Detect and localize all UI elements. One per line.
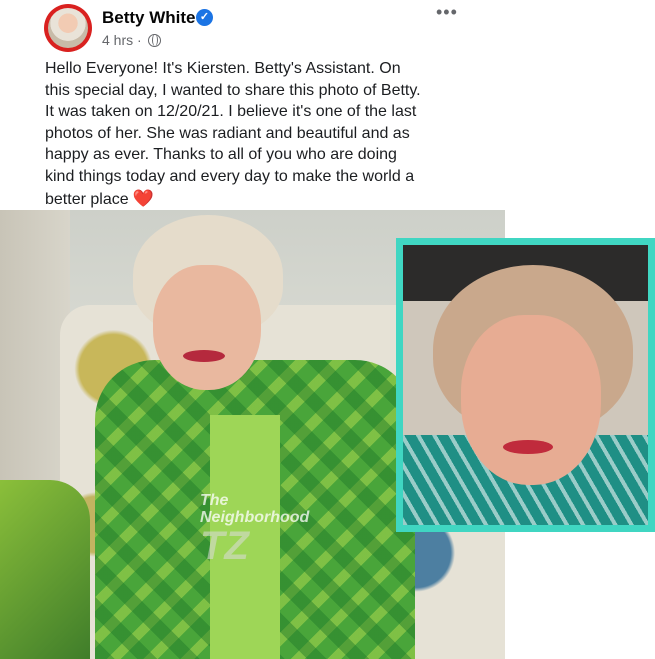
- post-text-line: Hello Everyone! It's Kiersten. Betty's A…: [45, 60, 401, 77]
- post-text-line: happy as ever. Thanks to all of you who …: [45, 146, 397, 164]
- person-figure: [95, 210, 415, 659]
- globe-icon[interactable]: [147, 34, 161, 47]
- heart-emoji-icon: ❤️: [132, 188, 154, 208]
- meta-separator: ·: [137, 32, 142, 48]
- post-text-line: this special day, I wanted to share this…: [45, 81, 421, 99]
- watermark: The Neighborhood TZ: [200, 492, 309, 566]
- author-name[interactable]: Betty White: [102, 8, 196, 28]
- watermark-text-1: The: [200, 492, 229, 509]
- face: [153, 265, 261, 390]
- lips: [183, 350, 225, 362]
- more-options-icon[interactable]: •••: [436, 2, 458, 23]
- post-text-line: better place: [45, 190, 129, 208]
- post-text-line: It was taken on 12/20/21. I believe it's…: [45, 103, 417, 121]
- post-meta: 4 hrs ·: [102, 32, 161, 48]
- avatar-photo: [48, 8, 88, 48]
- inset-photo[interactable]: [396, 238, 655, 532]
- watermark-logo: TZ: [200, 524, 249, 568]
- inset-lips: [503, 440, 553, 454]
- post-text-line: photos of her. She was radiant and beaut…: [45, 124, 410, 142]
- post-timestamp[interactable]: 4 hrs: [102, 32, 133, 48]
- green-pillow: [0, 480, 90, 659]
- post-header: Betty White ✓ 4 hrs · •••: [0, 0, 655, 56]
- inset-face: [461, 315, 601, 485]
- post-text-line: kind things today and every day to make …: [45, 167, 415, 185]
- post-body-text: Hello Everyone! It's Kiersten. Betty's A…: [45, 58, 465, 210]
- verified-badge-icon: ✓: [196, 9, 213, 26]
- author-avatar[interactable]: [44, 4, 92, 52]
- post-text-line-last: better place ❤️: [45, 188, 465, 211]
